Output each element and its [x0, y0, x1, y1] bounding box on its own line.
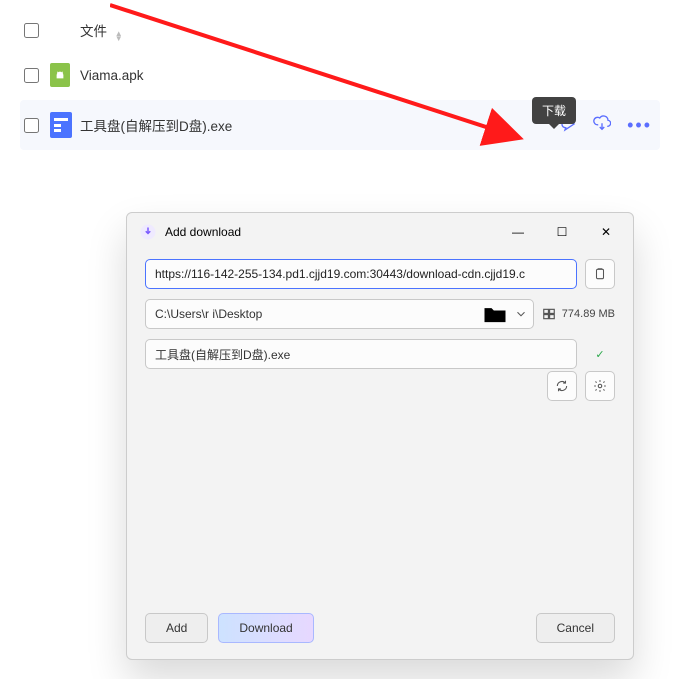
cancel-button[interactable]: Cancel: [536, 613, 615, 643]
more-icon[interactable]: •••: [627, 115, 652, 136]
add-download-dialog: Add download — ☐ ✕ https://116-142-255-1…: [126, 212, 634, 660]
filename-input[interactable]: 工具盘(自解压到D盘).exe: [145, 339, 577, 369]
row-checkbox[interactable]: [24, 68, 39, 83]
chevron-down-icon[interactable]: [509, 307, 533, 321]
minimize-button[interactable]: —: [497, 217, 539, 247]
download-icon[interactable]: [593, 115, 611, 136]
close-button[interactable]: ✕: [585, 217, 627, 247]
sort-icon: ▲▼: [115, 31, 123, 41]
folder-icon[interactable]: [481, 300, 509, 328]
row-checkbox[interactable]: [24, 118, 39, 133]
dialog-title: Add download: [165, 225, 497, 239]
app-icon: [139, 223, 157, 241]
check-icon: ✓: [585, 348, 615, 361]
file-list-header: 文件 ▲▼: [20, 10, 660, 50]
disk-space: 774.89 MB: [542, 307, 615, 321]
file-name: 工具盘(自解压到D盘).exe: [80, 115, 559, 135]
url-input[interactable]: https://116-142-255-134.pd1.cjjd19.com:3…: [145, 259, 577, 289]
file-name: Viama.apk: [80, 68, 660, 83]
dialog-titlebar[interactable]: Add download — ☐ ✕: [127, 213, 633, 251]
save-path-input[interactable]: C:\Users\r i\Desktop: [145, 299, 534, 329]
paste-button[interactable]: [585, 259, 615, 289]
file-row[interactable]: Viama.apk: [20, 50, 660, 100]
exe-icon: [50, 112, 72, 138]
column-file[interactable]: 文件 ▲▼: [80, 20, 660, 41]
settings-button[interactable]: [585, 371, 615, 401]
add-button[interactable]: Add: [145, 613, 208, 643]
select-all-checkbox[interactable]: [24, 23, 39, 38]
refresh-button[interactable]: [547, 371, 577, 401]
download-button[interactable]: Download: [218, 613, 313, 643]
file-list: 文件 ▲▼ Viama.apk 工具盘(自解压到D盘).exe •••: [0, 0, 680, 150]
apk-icon: [50, 63, 70, 87]
download-tooltip: 下载: [532, 97, 576, 124]
maximize-button[interactable]: ☐: [541, 217, 583, 247]
